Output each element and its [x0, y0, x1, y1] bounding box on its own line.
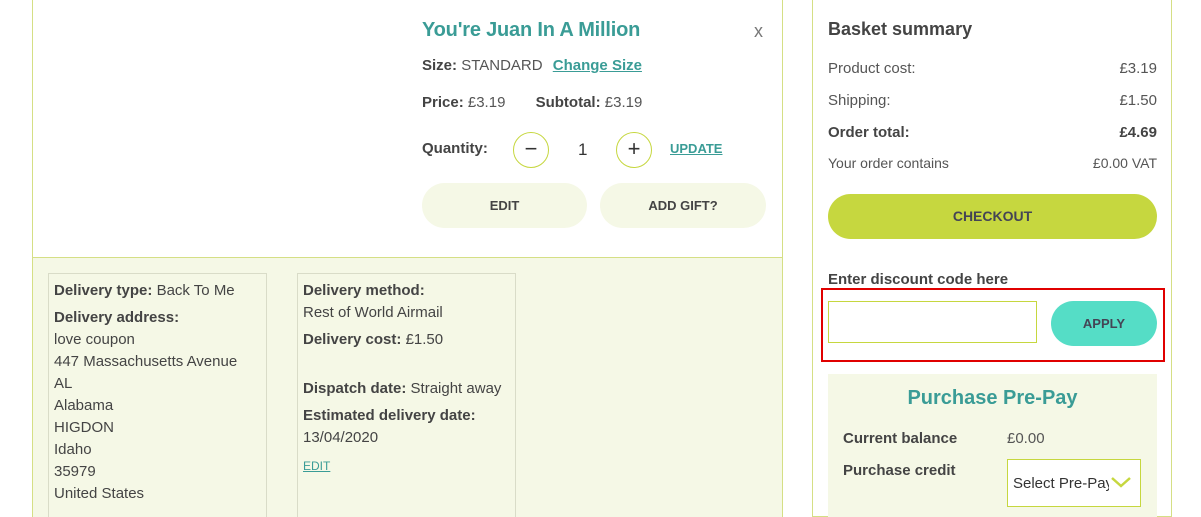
update-quantity-link[interactable]: UPDATE	[670, 141, 722, 156]
change-size-link[interactable]: Change Size	[553, 57, 642, 74]
size-value: STANDARD	[461, 57, 543, 74]
dispatch-date: Dispatch date: Straight away	[303, 378, 510, 400]
address-line: 35979	[54, 463, 96, 480]
delivery-cost-label: Delivery cost:	[303, 331, 402, 348]
address-line: United States	[54, 485, 145, 502]
order-total-value: £4.69	[1119, 124, 1157, 141]
apply-discount-button[interactable]: APPLY	[1051, 301, 1157, 346]
product-cost-label: Product cost:	[828, 60, 916, 77]
estimated-delivery-value: 13/04/2020	[303, 429, 379, 446]
shipping-label: Shipping:	[828, 92, 891, 109]
price-label: Price:	[422, 94, 464, 111]
discount-code-input[interactable]	[828, 301, 1037, 343]
price-line: Price: £3.19 Subtotal: £3.19	[422, 94, 642, 111]
dispatch-date-label: Dispatch date:	[303, 380, 407, 397]
shipping-value: £1.50	[1119, 92, 1157, 109]
price-value: £3.19	[467, 94, 506, 111]
delivery-cost-value: £1.50	[405, 331, 444, 348]
quantity-label: Quantity:	[422, 140, 488, 157]
delivery-method-box: Delivery method: Rest of World Airmail D…	[297, 273, 516, 517]
quantity-decrease-button[interactable]: −	[513, 132, 549, 168]
vat-row: Your order contains £0.00 VAT	[828, 155, 1157, 171]
size-line: Size: STANDARD Change Size	[422, 57, 642, 74]
delivery-type: Delivery type: Back To Me	[54, 280, 261, 302]
address-line: love coupon	[54, 331, 135, 348]
prepay-select-value: Select Pre-Pay	[1013, 475, 1109, 492]
current-balance-label: Current balance	[843, 430, 958, 447]
address-line: HIGDON	[54, 419, 114, 436]
vat-label: Your order contains	[828, 155, 949, 171]
delivery-cost: Delivery cost: £1.50	[303, 329, 510, 351]
purchase-credit-label: Purchase credit	[843, 462, 956, 479]
prepay-panel: Purchase Pre-Pay Current balance £0.00 P…	[828, 374, 1157, 517]
delivery-method-value: Rest of World Airmail	[303, 304, 443, 321]
checkout-button[interactable]: CHECKOUT	[828, 194, 1157, 239]
product-title: You're Juan In A Million	[422, 19, 641, 41]
quantity-value: 1	[578, 140, 588, 159]
edit-item-button[interactable]: EDIT	[422, 183, 587, 228]
discount-code-label: Enter discount code here	[828, 271, 1009, 288]
basket-summary-panel: Basket summary Product cost: £3.19 Shipp…	[812, 0, 1172, 517]
prepay-select[interactable]: Select Pre-Pay	[1007, 459, 1141, 507]
delivery-type-label: Delivery type:	[54, 282, 153, 299]
delivery-panel: Delivery type: Back To Me Delivery addre…	[33, 258, 782, 517]
dispatch-date-value: Straight away	[410, 380, 502, 397]
vat-value: £0.00 VAT	[1092, 155, 1157, 171]
current-balance-value: £0.00	[1007, 430, 1045, 447]
subtotal-label: Subtotal:	[535, 94, 601, 111]
shipping-row: Shipping: £1.50	[828, 92, 1157, 109]
delivery-method-label: Delivery method:	[303, 282, 425, 299]
order-total-row: Order total: £4.69	[828, 124, 1157, 141]
add-gift-button[interactable]: ADD GIFT?	[600, 183, 766, 228]
size-label: Size:	[422, 57, 458, 74]
delivery-type-value: Back To Me	[156, 282, 235, 299]
address-line: Alabama	[54, 397, 114, 414]
item-details-panel: You're Juan In A Million x Size: STANDAR…	[33, 0, 782, 258]
basket-item-card: You're Juan In A Million x Size: STANDAR…	[32, 0, 783, 517]
subtotal-value: £3.19	[604, 94, 643, 111]
remove-item-button[interactable]: x	[754, 21, 763, 42]
basket-summary-title: Basket summary	[828, 19, 973, 39]
delivery-address-label: Delivery address:	[54, 309, 180, 326]
address-line: AL	[54, 375, 73, 392]
subtotal: Subtotal: £3.19	[536, 94, 643, 111]
address-line: Idaho	[54, 441, 92, 458]
prepay-title: Purchase Pre-Pay	[907, 387, 1078, 409]
product-cost-value: £3.19	[1119, 60, 1157, 77]
order-total-label: Order total:	[828, 124, 910, 141]
chevron-down-icon	[1111, 477, 1131, 488]
edit-delivery-link[interactable]: EDIT	[303, 455, 330, 477]
estimated-delivery-label: Estimated delivery date:	[303, 407, 476, 424]
product-cost-row: Product cost: £3.19	[828, 60, 1157, 77]
address-line: 447 Massachusetts Avenue	[54, 353, 238, 370]
quantity-increase-button[interactable]: +	[616, 132, 652, 168]
delivery-address-box: Delivery type: Back To Me Delivery addre…	[48, 273, 267, 517]
